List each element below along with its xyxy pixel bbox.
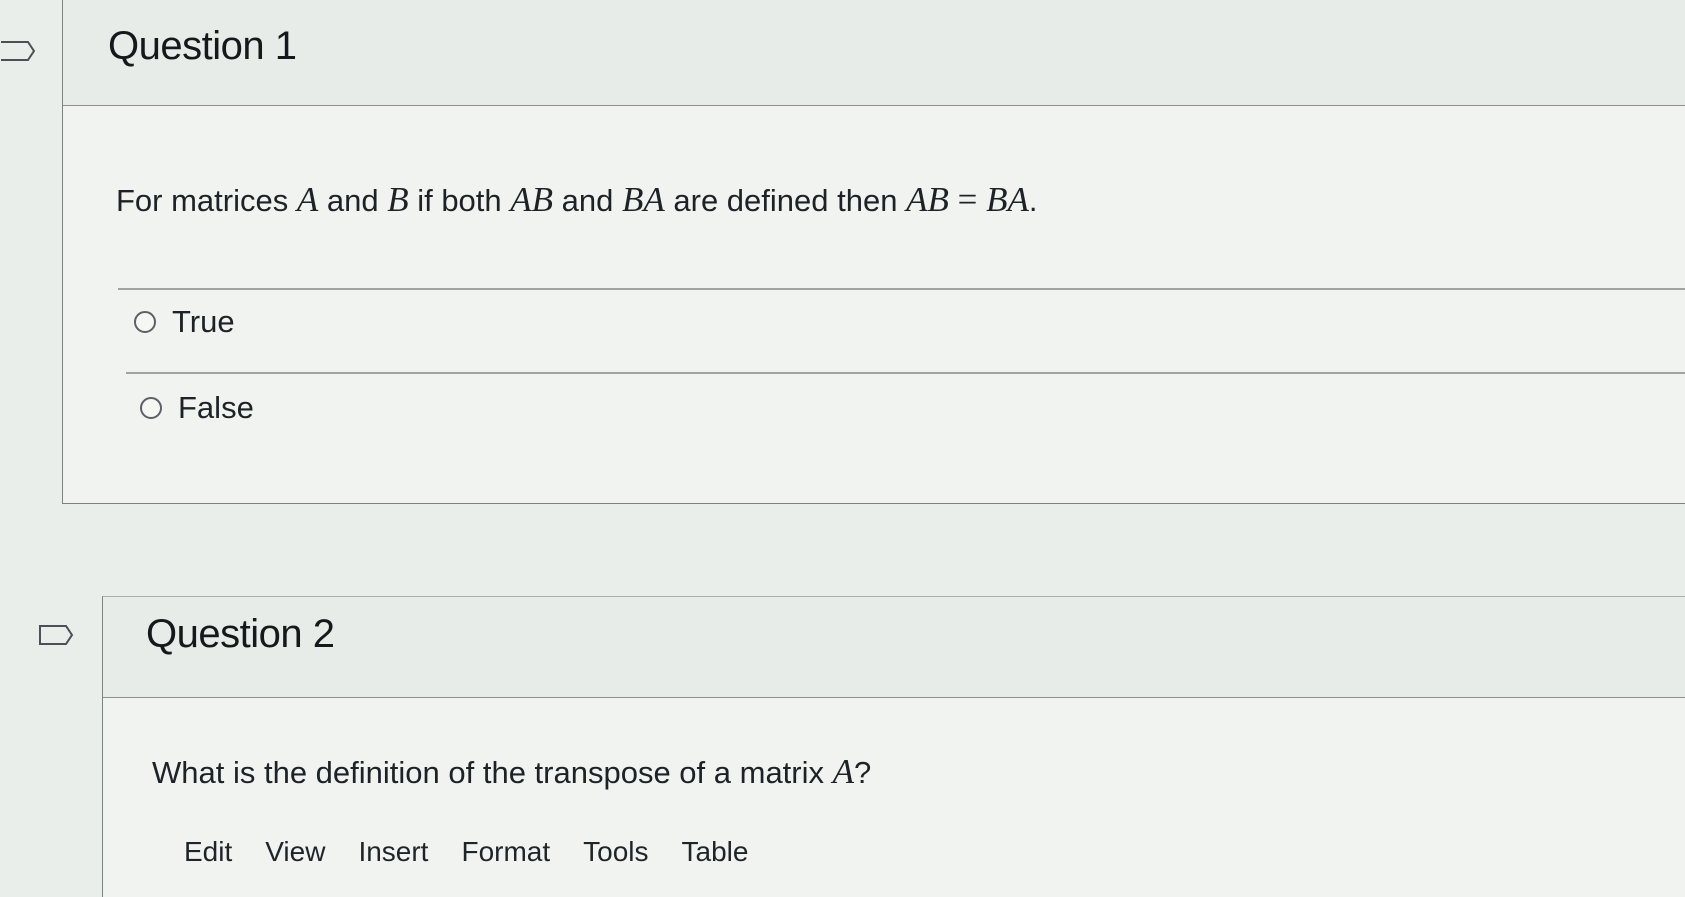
math-equation: AB = BA: [906, 180, 1029, 219]
editor-menubar: Edit View Insert Format Tools Table: [184, 836, 781, 868]
flag-question-1-icon[interactable]: [0, 40, 36, 62]
question-1-text: For matrices A and B if both AB and BA a…: [116, 180, 1038, 219]
option-false[interactable]: False: [140, 390, 254, 426]
math-ab: AB: [510, 180, 554, 219]
option-label: True: [172, 304, 235, 339]
question-2-header: [103, 597, 1685, 698]
divider: [118, 288, 1685, 290]
question-1-header: [63, 0, 1685, 106]
menu-format[interactable]: Format: [461, 836, 550, 868]
menu-insert[interactable]: Insert: [358, 836, 428, 868]
option-true[interactable]: True: [134, 304, 235, 340]
menu-table[interactable]: Table: [682, 836, 749, 868]
radio-unchecked-icon[interactable]: [134, 311, 156, 333]
option-label: False: [178, 390, 254, 425]
question-2-title: Question 2: [146, 612, 335, 656]
question-1-title: Question 1: [108, 24, 297, 68]
math-a: A: [296, 180, 319, 219]
menu-tools[interactable]: Tools: [583, 836, 648, 868]
flag-question-2-icon[interactable]: [38, 624, 74, 646]
divider: [126, 372, 1685, 374]
radio-unchecked-icon[interactable]: [140, 397, 162, 419]
math-ba: BA: [622, 180, 665, 219]
math-a: A: [832, 752, 855, 791]
menu-edit[interactable]: Edit: [184, 836, 232, 868]
math-b: B: [387, 180, 409, 219]
question-2-text: What is the definition of the transpose …: [152, 752, 872, 791]
question-1-card: [62, 0, 1685, 504]
menu-view[interactable]: View: [265, 836, 325, 868]
quiz-page: Question 1 For matrices A and B if both …: [0, 0, 1685, 897]
